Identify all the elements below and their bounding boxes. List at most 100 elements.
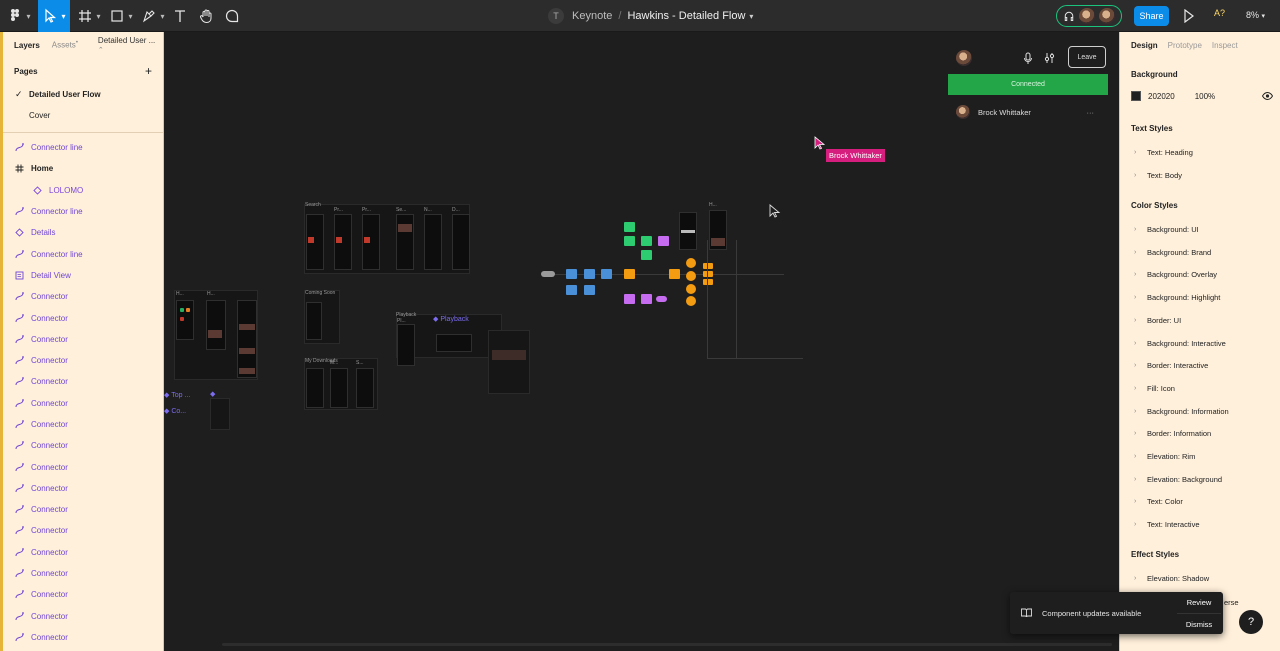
canvas-frame[interactable] [488, 330, 530, 394]
current-page-selector[interactable]: Detailed User ... ⌃ [98, 36, 163, 54]
canvas-node[interactable] [186, 308, 190, 312]
hand-tool-button[interactable] [196, 0, 216, 32]
more-options-icon[interactable]: ··· [1087, 108, 1095, 117]
screen-thumbnail[interactable] [452, 214, 470, 270]
flow-node[interactable] [669, 269, 680, 279]
flow-node[interactable] [584, 285, 595, 295]
text-tool-button[interactable] [170, 0, 190, 32]
page-item[interactable]: ✓ Detailed User Flow [3, 84, 163, 105]
layer-item[interactable]: Connector [3, 520, 163, 541]
style-item[interactable]: › Text: Interactive [1134, 520, 1200, 529]
flow-node[interactable] [658, 236, 669, 246]
component-label-playback[interactable]: ◆ Playback [433, 315, 469, 323]
flow-node[interactable] [641, 294, 652, 304]
layer-item[interactable]: Detail View [3, 265, 163, 286]
chevron-down-icon[interactable]: ▾ [749, 12, 753, 21]
audio-settings-icon[interactable] [1044, 52, 1055, 64]
style-item[interactable]: › Elevation: Rim [1134, 452, 1195, 461]
screen-thumbnail[interactable] [397, 324, 415, 366]
avatar[interactable] [1099, 8, 1115, 24]
style-item[interactable]: › Background: Information [1134, 407, 1229, 416]
layer-item[interactable]: Home [3, 158, 163, 179]
flow-node[interactable] [686, 284, 696, 294]
screen-thumbnail[interactable] [206, 300, 226, 350]
flow-node[interactable] [601, 269, 612, 279]
layer-item[interactable]: Connector [3, 286, 163, 307]
flow-start-node[interactable] [541, 271, 555, 277]
flow-node[interactable] [584, 269, 595, 279]
tab-prototype[interactable]: Prototype [1168, 41, 1202, 50]
flow-node[interactable] [624, 236, 635, 246]
tab-layers[interactable]: Layers [14, 41, 40, 50]
flow-node[interactable] [624, 269, 635, 279]
background-hex-input[interactable]: 202020 [1148, 92, 1175, 101]
avatar[interactable] [956, 50, 972, 66]
layer-item[interactable]: Connector line [3, 137, 163, 158]
flow-node[interactable] [686, 296, 696, 306]
style-item[interactable]: › Text: Heading [1134, 148, 1193, 157]
tab-inspect[interactable]: Inspect [1212, 41, 1238, 50]
style-item[interactable]: › Fill: Icon [1134, 384, 1175, 393]
flow-node[interactable] [686, 271, 696, 281]
move-tool-button[interactable]: ▾ [38, 0, 70, 32]
screen-thumbnail[interactable] [237, 300, 257, 378]
background-color-swatch[interactable] [1131, 91, 1141, 101]
canvas-frame[interactable] [210, 398, 230, 430]
layer-item[interactable]: Connector line [3, 243, 163, 264]
flow-node[interactable] [703, 271, 713, 277]
layer-item[interactable]: Connector [3, 499, 163, 520]
frame-tool-button[interactable]: ▾ [76, 0, 102, 32]
flow-node[interactable] [703, 279, 713, 285]
project-name[interactable]: Keynote [572, 10, 612, 22]
layer-item[interactable]: Connector [3, 606, 163, 627]
layer-item[interactable]: Connector [3, 393, 163, 414]
style-item[interactable]: › Background: Brand [1134, 248, 1211, 257]
layer-item[interactable]: Connector [3, 414, 163, 435]
flow-node[interactable] [641, 250, 652, 260]
style-item[interactable]: › Background: Highlight [1134, 293, 1220, 302]
component-label-top[interactable]: ◆ Top ... [164, 391, 190, 399]
component-marker[interactable]: ◆ [210, 390, 215, 398]
ai-badge[interactable]: A? [1214, 8, 1225, 18]
component-label-co[interactable]: ◆ Co... [164, 407, 186, 415]
layer-item[interactable]: Connector [3, 371, 163, 392]
tab-design[interactable]: Design [1131, 41, 1158, 50]
screen-thumbnail[interactable] [424, 214, 442, 270]
canvas-frame[interactable] [304, 204, 470, 274]
style-item[interactable]: › Text: Body [1134, 171, 1182, 180]
canvas-node[interactable] [180, 317, 184, 321]
style-item[interactable]: › Background: UI [1134, 225, 1199, 234]
audio-call-indicator[interactable] [1056, 5, 1122, 27]
layer-item[interactable]: Connector [3, 456, 163, 477]
style-item[interactable]: › Background: Interactive [1134, 339, 1226, 348]
style-item[interactable]: › Border: Information [1134, 429, 1211, 438]
screen-thumbnail[interactable] [396, 214, 414, 270]
zoom-level[interactable]: 8% ▾ [1246, 10, 1265, 20]
tab-assets[interactable]: Assets• [52, 40, 78, 50]
layer-item[interactable]: Connector [3, 584, 163, 605]
style-item[interactable]: › Background: Overlay [1134, 270, 1217, 279]
style-item[interactable]: › Elevation: Shadow [1134, 574, 1209, 583]
dismiss-button[interactable]: Dismiss [1177, 613, 1221, 634]
eye-icon[interactable] [1262, 92, 1273, 100]
avatar[interactable] [1079, 8, 1095, 24]
add-page-button[interactable]: + [145, 64, 152, 78]
screen-thumbnail[interactable] [176, 300, 194, 340]
layer-item[interactable]: Connector [3, 563, 163, 584]
style-item[interactable]: › Border: UI [1134, 316, 1181, 325]
layer-item[interactable]: Connector [3, 478, 163, 499]
screen-thumbnail[interactable] [306, 368, 324, 408]
pen-tool-button[interactable]: ▾ [140, 0, 166, 32]
layer-item[interactable]: Connector line [3, 201, 163, 222]
flow-node[interactable] [566, 269, 577, 279]
style-item[interactable]: › Border: Interactive [1134, 361, 1208, 370]
present-play-icon[interactable] [1183, 9, 1195, 23]
page-item[interactable]: Cover [3, 105, 163, 126]
screen-thumbnail[interactable] [330, 368, 348, 408]
file-name[interactable]: Hawkins - Detailed Flow [627, 10, 745, 22]
main-menu-button[interactable]: ▾ [4, 0, 34, 32]
canvas-node[interactable] [180, 308, 184, 312]
flow-node[interactable] [703, 263, 713, 269]
leave-call-button[interactable]: Leave [1068, 46, 1106, 68]
share-button[interactable]: Share [1134, 6, 1169, 26]
